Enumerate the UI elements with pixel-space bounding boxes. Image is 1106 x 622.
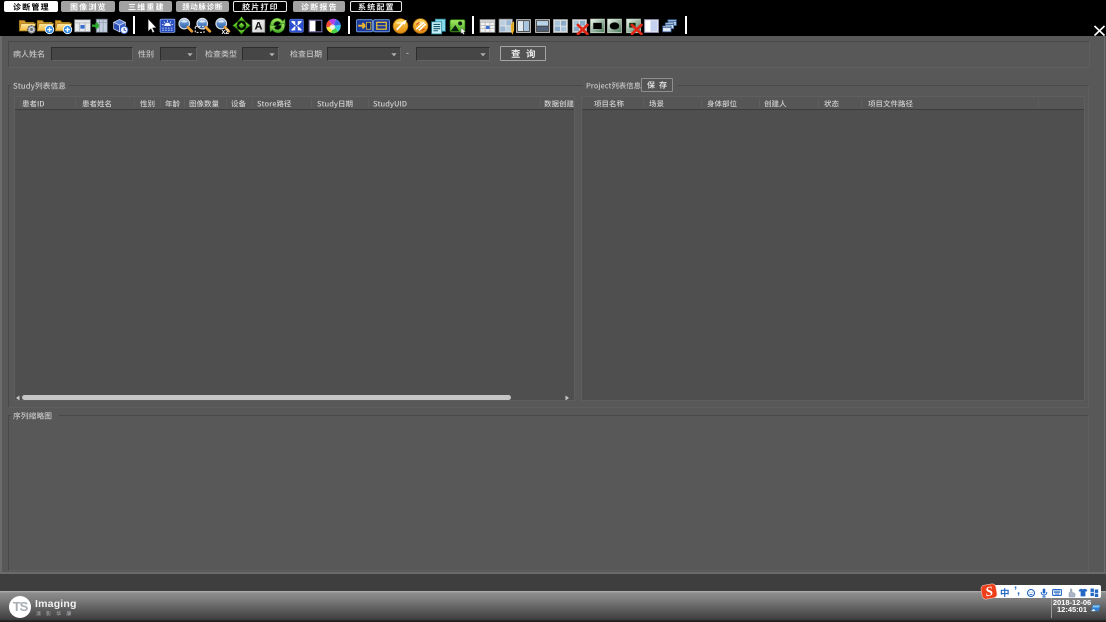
- svg-text:x2: x2: [221, 28, 229, 34]
- svg-text:A: A: [254, 20, 262, 32]
